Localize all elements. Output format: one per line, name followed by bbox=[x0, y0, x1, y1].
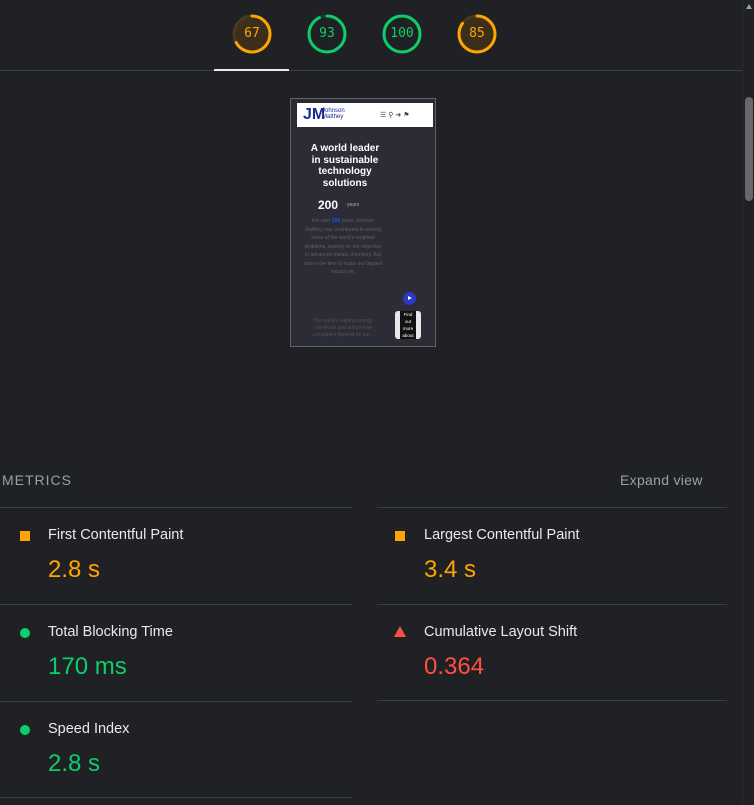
screenshot-site-header: JM Johnson Matthey ☰⚲➜⚑ bbox=[297, 103, 433, 127]
performance-score-value: 67 bbox=[244, 26, 260, 41]
hero-headline: A world leader in sustainable technology… bbox=[310, 143, 380, 189]
metric-label: Speed Index bbox=[48, 721, 130, 737]
green-circle-icon bbox=[20, 725, 30, 735]
hero-paragraph-2: The world's leading energy, chemicals an… bbox=[312, 318, 374, 338]
metrics-section-title: METRICS bbox=[2, 472, 72, 488]
performance-score-gauge[interactable]: 67 bbox=[232, 14, 272, 54]
hero-paragraph: For over 200 years Johnson Matthey has c… bbox=[303, 217, 383, 277]
metrics-divider bbox=[377, 604, 727, 605]
find-out-more-text: Find out more about bbox=[400, 311, 416, 339]
metric-label: First Contentful Paint bbox=[48, 527, 184, 543]
best-practices-score-gauge[interactable]: 100 bbox=[382, 14, 422, 54]
scroll-up-arrow-icon[interactable] bbox=[746, 4, 752, 9]
red-triangle-icon bbox=[394, 626, 406, 637]
seo-score-value: 85 bbox=[469, 26, 485, 41]
metrics-divider bbox=[377, 700, 727, 701]
orange-square-icon bbox=[20, 531, 30, 541]
green-circle-icon bbox=[20, 628, 30, 638]
metrics-divider bbox=[377, 507, 727, 508]
hero-paragraph-post: years Johnson Matthey has contributed to… bbox=[303, 218, 383, 275]
final-screenshot-thumbnail[interactable]: JM Johnson Matthey ☰⚲➜⚑ A world leader i… bbox=[290, 98, 436, 347]
metric-label: Cumulative Layout Shift bbox=[424, 624, 578, 640]
hero-years-label: years bbox=[347, 202, 360, 208]
metrics-divider bbox=[0, 507, 352, 508]
metric-value: 0.364 bbox=[424, 653, 485, 680]
metric-value: 2.8 s bbox=[48, 556, 101, 583]
brand-name-line2: Matthey bbox=[322, 114, 344, 120]
metric-value: 170 ms bbox=[48, 653, 127, 680]
accessibility-score-value: 93 bbox=[319, 26, 335, 41]
active-tab-underline bbox=[214, 69, 289, 71]
orange-square-icon bbox=[395, 531, 405, 541]
screenshot-hero: A world leader in sustainable technology… bbox=[297, 127, 433, 343]
best-practices-score-value: 100 bbox=[390, 26, 414, 41]
metrics-divider bbox=[0, 797, 352, 798]
site-nav-icons: ☰⚲➜⚑ bbox=[380, 111, 412, 119]
flag-icon: ⚑ bbox=[403, 112, 412, 119]
metric-label: Largest Contentful Paint bbox=[424, 527, 580, 543]
hero-big-number: 200 bbox=[318, 198, 339, 212]
find-out-more-badge: Find out more about bbox=[395, 311, 421, 339]
vertical-scrollbar[interactable] bbox=[742, 0, 754, 805]
expand-view-button[interactable]: Expand view bbox=[620, 472, 703, 488]
metric-value: 2.8 s bbox=[48, 750, 101, 777]
accessibility-score-gauge[interactable]: 93 bbox=[307, 14, 347, 54]
metric-label: Total Blocking Time bbox=[48, 624, 173, 640]
play-icon bbox=[403, 292, 416, 305]
metrics-divider bbox=[0, 701, 352, 702]
metrics-divider bbox=[0, 604, 352, 605]
hero-paragraph-highlight: 200 bbox=[331, 218, 341, 224]
brand-name: Johnson Matthey bbox=[322, 108, 345, 120]
score-gauges-header: 67 93 100 85 bbox=[0, 0, 742, 71]
metric-value: 3.4 s bbox=[424, 556, 477, 583]
hero-paragraph-pre: For over bbox=[311, 218, 332, 224]
scrollbar-thumb[interactable] bbox=[745, 97, 753, 201]
seo-score-gauge[interactable]: 85 bbox=[457, 14, 497, 54]
